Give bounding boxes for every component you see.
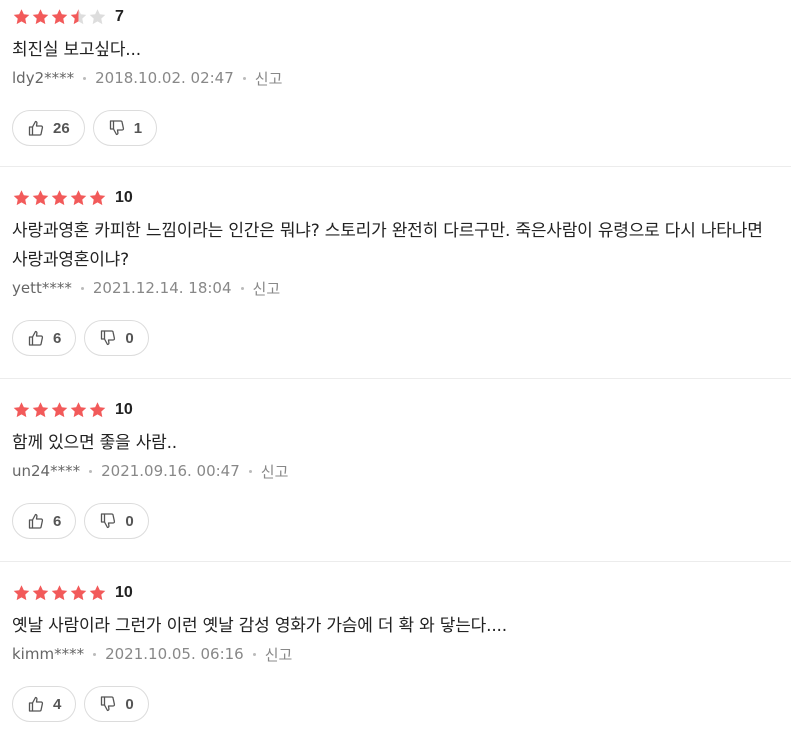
- star-icon: [12, 189, 31, 207]
- dislike-button[interactable]: 0: [84, 503, 149, 539]
- like-count: 26: [53, 119, 70, 137]
- like-button[interactable]: 26: [12, 110, 85, 146]
- like-count: 4: [53, 695, 62, 713]
- separator-dot: [80, 286, 84, 290]
- star-rating: [12, 189, 107, 207]
- separator-dot: [240, 286, 244, 290]
- star-rating: [12, 8, 107, 26]
- star-rating: [12, 401, 107, 419]
- review-item: 10 함께 있으면 좋을 사람.. un24**** 2021.09.16. 0…: [0, 379, 791, 562]
- review-meta: yett**** 2021.12.14. 18:04 신고: [12, 277, 779, 299]
- review-comment: 최진실 보고싶다...: [12, 40, 141, 60]
- like-button[interactable]: 4: [12, 686, 77, 722]
- vote-row: 6 0: [12, 320, 779, 356]
- review-comment: 사랑과영혼 카피한 느낌이라는 인간은 뭐냐? 스토리가 완전히 다르구만. 죽…: [12, 221, 763, 270]
- rating-row: 10: [12, 582, 779, 604]
- star-icon: [31, 401, 50, 419]
- review-meta: ldy2**** 2018.10.02. 02:47 신고: [12, 67, 779, 89]
- star-icon: [88, 401, 107, 419]
- thumbs-down-icon: [99, 329, 117, 347]
- star-icon: [31, 189, 50, 207]
- separator-dot: [252, 652, 256, 656]
- vote-row: 6 0: [12, 503, 779, 539]
- separator-dot: [93, 652, 97, 656]
- vote-row: 4 0: [12, 686, 779, 722]
- rating-score: 10: [115, 401, 133, 418]
- report-link[interactable]: 신고: [253, 278, 281, 299]
- star-icon: [88, 8, 107, 26]
- dislike-count: 0: [125, 329, 134, 347]
- thumbs-up-icon: [27, 119, 45, 137]
- review-item: 10 사랑과영혼 카피한 느낌이라는 인간은 뭐냐? 스토리가 완전히 다르구만…: [0, 167, 791, 379]
- dislike-count: 1: [133, 119, 143, 137]
- separator-dot: [89, 469, 93, 473]
- review-meta: kimm**** 2021.10.05. 06:16 신고: [12, 643, 779, 665]
- dislike-button[interactable]: 0: [84, 320, 149, 356]
- star-icon: [69, 189, 88, 207]
- star-icon: [69, 584, 88, 602]
- like-button[interactable]: 6: [12, 320, 77, 356]
- dislike-count: 0: [125, 695, 134, 713]
- star-icon: [69, 401, 88, 419]
- thumbs-up-icon: [27, 512, 45, 530]
- review-date: 2021.10.05. 06:16: [105, 645, 244, 663]
- star-icon: [12, 8, 31, 26]
- reviewer-id: kimm****: [12, 645, 85, 663]
- reviewer-id: ldy2****: [12, 69, 75, 87]
- report-link[interactable]: 신고: [261, 461, 289, 482]
- star-icon: [88, 584, 107, 602]
- rating-row: 7: [12, 6, 779, 28]
- star-rating: [12, 584, 107, 602]
- review-item: 7 최진실 보고싶다... ldy2**** 2018.10.02. 02:47…: [0, 0, 791, 167]
- like-count: 6: [53, 512, 62, 530]
- like-button[interactable]: 6: [12, 503, 77, 539]
- review-date: 2018.10.02. 02:47: [95, 69, 234, 87]
- star-icon: [88, 189, 107, 207]
- star-icon: [50, 584, 69, 602]
- review-date: 2021.09.16. 00:47: [101, 462, 240, 480]
- reviewer-id: un24****: [12, 462, 81, 480]
- star-icon: [31, 8, 50, 26]
- star-icon: [50, 8, 69, 26]
- separator-dot: [83, 76, 87, 80]
- review-comment: 함께 있으면 좋을 사람..: [12, 433, 177, 453]
- star-icon: [69, 8, 88, 26]
- review-comment: 옛날 사람이라 그런가 이런 옛날 감성 영화가 가슴에 더 확 와 닿는다..…: [12, 616, 507, 636]
- star-icon: [50, 189, 69, 207]
- review-meta: un24**** 2021.09.16. 00:47 신고: [12, 460, 779, 482]
- thumbs-down-icon: [99, 512, 117, 530]
- thumbs-down-icon: [108, 119, 126, 137]
- rating-row: 10: [12, 187, 779, 209]
- rating-score: 10: [115, 584, 133, 601]
- thumbs-up-icon: [27, 329, 45, 347]
- dislike-button[interactable]: 0: [84, 686, 149, 722]
- review-date: 2021.12.14. 18:04: [92, 279, 232, 297]
- star-icon: [12, 584, 31, 602]
- thumbs-down-icon: [99, 695, 117, 713]
- star-icon: [50, 401, 69, 419]
- separator-dot: [242, 76, 246, 80]
- dislike-button[interactable]: 1: [92, 110, 158, 146]
- star-icon: [12, 401, 31, 419]
- report-link[interactable]: 신고: [255, 68, 283, 89]
- vote-row: 26 1: [12, 110, 779, 146]
- report-link[interactable]: 신고: [265, 644, 293, 665]
- rating-row: 10: [12, 399, 779, 421]
- reviewer-id: yett****: [12, 279, 72, 297]
- dislike-count: 0: [125, 512, 134, 530]
- separator-dot: [248, 469, 252, 473]
- like-count: 6: [53, 329, 62, 347]
- review-list: 7 최진실 보고싶다... ldy2**** 2018.10.02. 02:47…: [0, 0, 791, 732]
- star-icon: [31, 584, 50, 602]
- rating-score: 7: [115, 8, 124, 25]
- thumbs-up-icon: [27, 695, 45, 713]
- rating-score: 10: [115, 189, 133, 206]
- review-item: 10 옛날 사람이라 그런가 이런 옛날 감성 영화가 가슴에 더 확 와 닿는…: [0, 562, 791, 732]
